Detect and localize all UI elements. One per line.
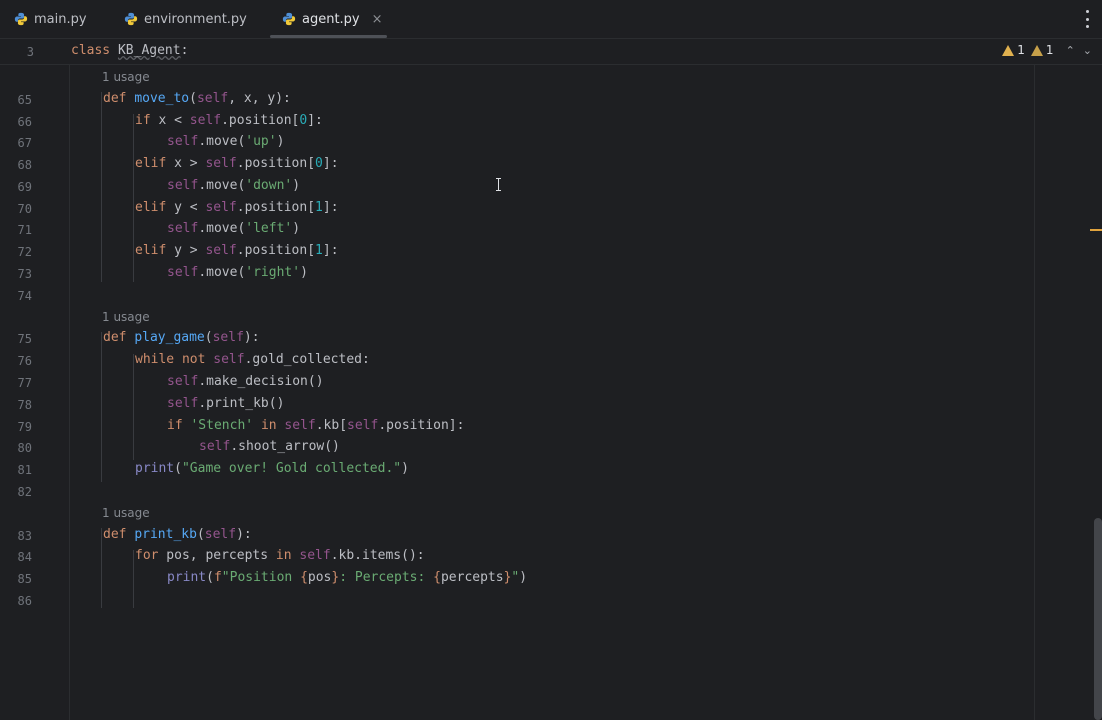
line-number: 69 (17, 180, 32, 194)
inspection-widget[interactable]: 1 1 ⌃ ⌄ (1002, 43, 1092, 57)
code-text: self.move('right') (167, 265, 308, 280)
vertical-scrollbar[interactable] (1094, 518, 1102, 720)
code-line[interactable]: 70 elif y < self.position[1]: (0, 197, 1034, 219)
line-number: 85 (17, 572, 32, 586)
code-text: def move_to(self, x, y): (103, 91, 291, 106)
code-line[interactable]: 73 self.move('right') (0, 262, 1034, 284)
warning-count[interactable]: 1 (1002, 43, 1025, 57)
code-text: def play_game(self): (103, 330, 260, 345)
code-text: while not self.gold_collected: (135, 352, 370, 367)
line-number: 76 (17, 354, 32, 368)
code-line[interactable]: 72 elif y > self.position[1]: (0, 240, 1034, 262)
line-number: 67 (17, 136, 32, 150)
line-number: 77 (17, 376, 32, 390)
line-number: 66 (17, 115, 32, 129)
code-line[interactable]: 67 self.move('up') (0, 131, 1034, 153)
code-text: self.move('up') (167, 134, 285, 149)
code-text: self.make_decision() (167, 374, 324, 389)
line-number: 71 (17, 223, 32, 237)
sticky-scope-header[interactable]: 3 class KB_Agent: 1 1 ⌃ ⌄ (0, 39, 1102, 65)
code-text: elif x > self.position[0]: (135, 156, 339, 171)
code-text: if 'Stench' in self.kb[self.position]: (167, 418, 465, 433)
code-line[interactable]: 68 elif x > self.position[0]: (0, 153, 1034, 175)
code-text: elif y > self.position[1]: (135, 243, 339, 258)
code-line[interactable]: 66 if x < self.position[0]: (0, 110, 1034, 132)
code-text: print("Game over! Gold collected.") (135, 461, 409, 476)
more-vertical-icon[interactable] (1084, 10, 1090, 28)
code-line[interactable]: 65 def move_to(self, x, y): (0, 88, 1034, 110)
code-line[interactable]: 80 self.shoot_arrow() (0, 436, 1034, 458)
line-number: 74 (17, 289, 32, 303)
line-number: 65 (17, 93, 32, 107)
line-number: 73 (17, 267, 32, 281)
warning-icon (1002, 44, 1015, 56)
tab-agent-py[interactable]: agent.py × (282, 0, 383, 38)
line-number: 84 (17, 550, 32, 564)
tab-label: environment.py (144, 11, 247, 27)
tab-environment-py[interactable]: environment.py (124, 0, 247, 38)
line-number: 80 (17, 441, 32, 455)
code-text: self.shoot_arrow() (199, 439, 340, 454)
active-tab-indicator (270, 35, 387, 38)
editor-right-margin (1034, 39, 1102, 720)
code-text: print(f"Position {pos}: Percepts: {perce… (167, 570, 528, 585)
line-number: 3 (26, 45, 34, 59)
line-number: 75 (17, 332, 32, 346)
code-line[interactable]: 74 (0, 284, 1034, 306)
code-text: def print_kb(self): (103, 527, 252, 542)
python-file-icon (282, 12, 296, 26)
code-line[interactable]: 75 def play_game(self): (0, 327, 1034, 349)
line-number: 81 (17, 463, 32, 477)
code-line[interactable]: 79 if 'Stench' in self.kb[self.position]… (0, 415, 1034, 437)
python-file-icon (14, 12, 28, 26)
tab-label: agent.py (302, 11, 360, 27)
tab-main-py[interactable]: main.py (14, 0, 87, 38)
chevron-up-icon[interactable]: ⌃ (1066, 44, 1075, 57)
usage-hint[interactable]: 1 usage (102, 310, 150, 324)
code-text: self.print_kb() (167, 396, 285, 411)
editor-tab-bar: main.py environment.py agent.py × (0, 0, 1102, 39)
code-line[interactable]: 76 while not self.gold_collected: (0, 349, 1034, 371)
code-text: if x < self.position[0]: (135, 113, 323, 128)
line-number: 86 (17, 594, 32, 608)
code-text: self.move('down') (167, 178, 301, 193)
line-number: 82 (17, 485, 32, 499)
code-line[interactable]: 69 self.move('down') (0, 175, 1034, 197)
tab-label: main.py (34, 11, 87, 27)
code-line[interactable]: 85 print(f"Position {pos}: Percepts: {pe… (0, 567, 1034, 589)
warning-stripe-marker[interactable] (1090, 229, 1102, 231)
text-cursor-icon (496, 178, 502, 191)
code-line[interactable]: 78 self.print_kb() (0, 393, 1034, 415)
code-line[interactable]: 86 (0, 589, 1034, 611)
line-number: 83 (17, 529, 32, 543)
warning-icon (1030, 44, 1043, 56)
line-number: 78 (17, 398, 32, 412)
usage-hint[interactable]: 1 usage (102, 70, 150, 84)
code-line[interactable]: 84 for pos, percepts in self.kb.items(): (0, 545, 1034, 567)
code-line[interactable]: 81 print("Game over! Gold collected.") (0, 458, 1034, 480)
close-icon[interactable]: × (372, 12, 383, 27)
sticky-code: class KB_Agent: (71, 43, 189, 58)
code-text: for pos, percepts in self.kb.items(): (135, 548, 425, 563)
line-number: 72 (17, 245, 32, 259)
code-line[interactable]: 82 (0, 480, 1034, 502)
line-number: 70 (17, 202, 32, 216)
line-number: 79 (17, 420, 32, 434)
chevron-down-icon[interactable]: ⌄ (1083, 44, 1092, 57)
usage-hint[interactable]: 1 usage (102, 506, 150, 520)
code-line[interactable]: 83 def print_kb(self): (0, 524, 1034, 546)
code-line[interactable]: 71 self.move('left') (0, 218, 1034, 240)
code-text: elif y < self.position[1]: (135, 200, 339, 215)
line-number: 68 (17, 158, 32, 172)
python-file-icon (124, 12, 138, 26)
code-line[interactable]: 77 self.make_decision() (0, 371, 1034, 393)
weak-warning-count[interactable]: 1 (1030, 43, 1054, 57)
code-text: self.move('left') (167, 221, 301, 236)
